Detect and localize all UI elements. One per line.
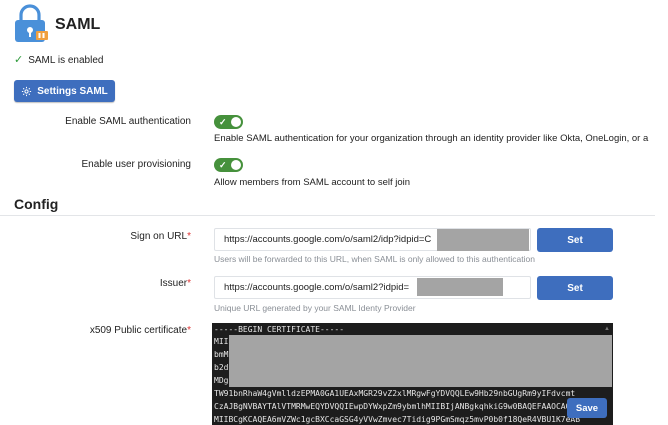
saml-status: ✓ SAML is enabled	[14, 54, 104, 67]
certificate-line: CzAJBgNVBAYTAlVTMRMwEQYDVQQIEwpDYWxpZm9y…	[214, 402, 576, 411]
enable-saml-description: Enable SAML authentication for your orga…	[214, 133, 649, 144]
issuer-hint: Unique URL generated by your SAML Identy…	[214, 303, 416, 313]
certificate-label-text: x509 Public certificate	[89, 325, 188, 336]
saml-lock-logo	[10, 4, 50, 44]
provisioning-toggle[interactable]: ✓	[214, 158, 243, 172]
certificate-line: TW91bnRhaW4gVmlldzEPMA0GA1UEAxMGR29vZ2xl…	[214, 389, 576, 398]
scroll-indicator: ▲	[604, 326, 610, 332]
check-icon: ✓	[14, 54, 24, 66]
gear-icon	[22, 86, 32, 96]
provisioning-description: Allow members from SAML account to self …	[214, 177, 411, 188]
required-mark: *	[187, 231, 191, 242]
provisioning-label: Enable user provisioning	[81, 159, 191, 170]
settings-saml-label: Settings SAML	[37, 85, 108, 97]
config-section-title: Config	[14, 196, 59, 212]
toggle-check-icon: ✓	[219, 160, 227, 170]
redaction-block	[417, 278, 503, 296]
sign-on-url-hint: Users will be forwarded to this URL, whe…	[214, 254, 535, 264]
page-title: SAML	[55, 16, 101, 33]
certificate-line: b2d	[214, 363, 229, 372]
certificate-line: MII	[214, 337, 229, 346]
issuer-label-text: Issuer	[159, 278, 188, 289]
certificate-line: bmM	[214, 350, 229, 359]
certificate-line: MIIBCgKCAQEA6mVZWc1gcBXCcaGSG4yVVwZmvec7…	[214, 415, 581, 424]
status-text: SAML is enabled	[28, 55, 104, 66]
sign-on-url-label: Sign on URL*	[20, 231, 191, 242]
issuer-set-button[interactable]: Set	[537, 276, 613, 300]
toggle-check-icon: ✓	[219, 117, 227, 127]
certificate-textarea[interactable]: -----BEGIN CERTIFICATE----- MII bmM b2d …	[212, 323, 613, 425]
certificate-label: x509 Public certificate*	[20, 325, 191, 336]
redaction-block	[437, 229, 529, 251]
settings-saml-button[interactable]: Settings SAML	[14, 80, 115, 102]
redaction-block	[229, 335, 612, 387]
enable-saml-toggle[interactable]: ✓	[214, 115, 243, 129]
enable-saml-label: Enable SAML authentication	[65, 116, 191, 127]
lock-icon	[15, 4, 48, 42]
issuer-label: Issuer*	[20, 278, 191, 289]
sign-on-url-set-button[interactable]: Set	[537, 228, 613, 252]
sign-on-url-value: https://accounts.google.com/o/saml2/idp?…	[224, 234, 432, 245]
required-mark: *	[187, 325, 191, 336]
toggle-knob	[231, 117, 241, 127]
certificate-save-button[interactable]: Save	[567, 398, 607, 418]
certificate-line: MDg	[214, 376, 229, 385]
required-mark: *	[187, 278, 191, 289]
sign-on-url-label-text: Sign on URL	[130, 231, 188, 242]
certificate-line: -----BEGIN CERTIFICATE-----	[214, 325, 345, 334]
issuer-value: https://accounts.google.com/o/saml2?idpi…	[224, 282, 410, 293]
divider	[0, 215, 655, 216]
toggle-knob	[231, 160, 241, 170]
